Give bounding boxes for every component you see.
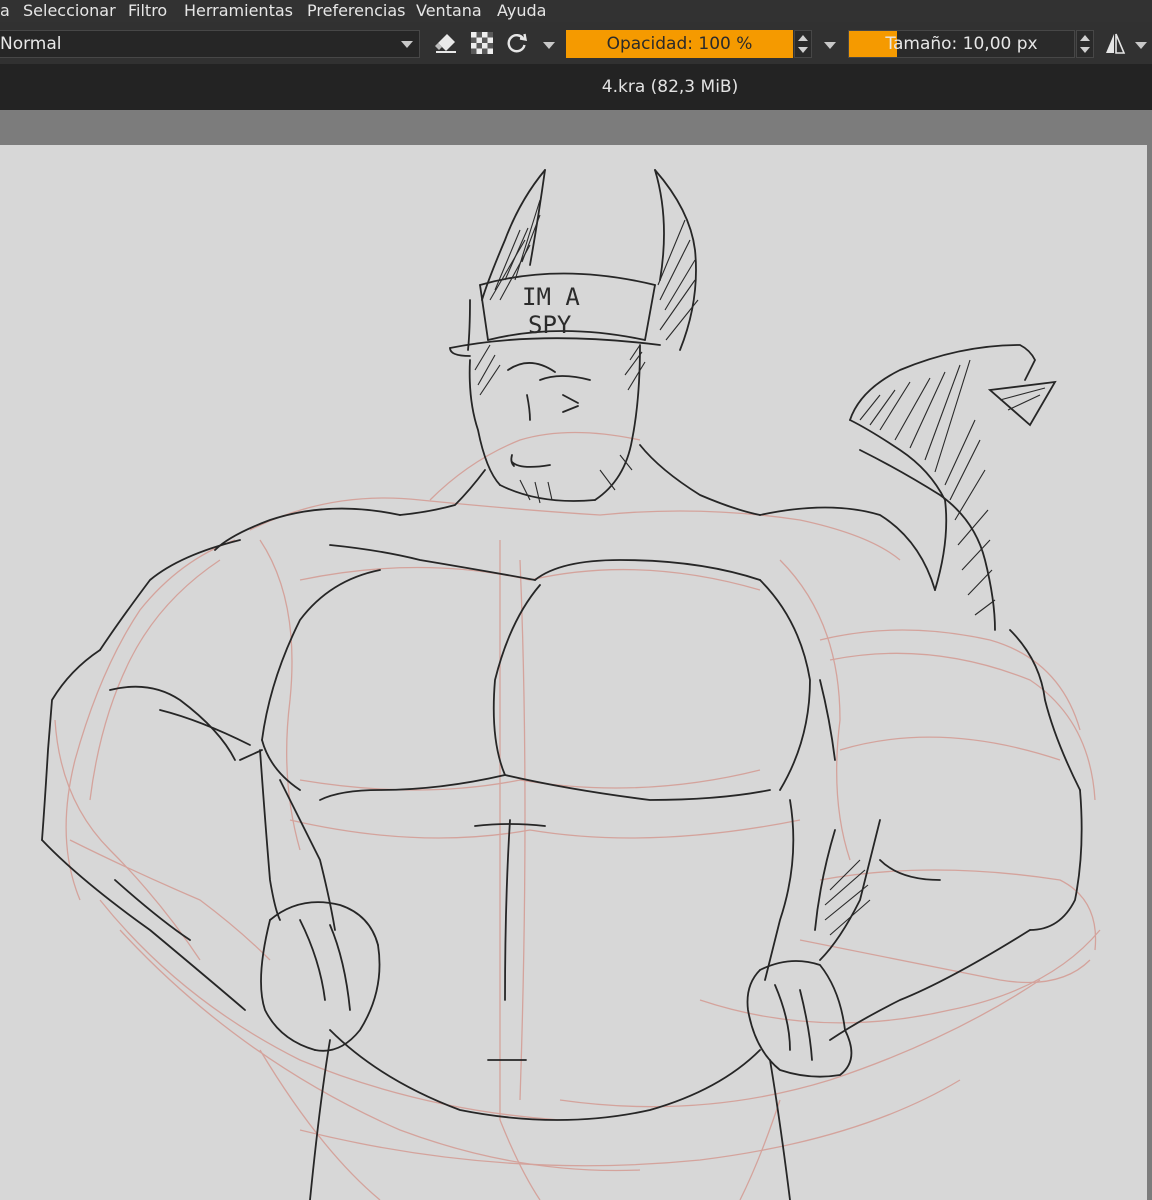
menu-item-preferences[interactable]: Preferencias — [307, 0, 406, 22]
menu-item-select[interactable]: Seleccionar — [23, 0, 116, 22]
menu-bar: a Seleccionar Filtro Herramientas Prefer… — [0, 0, 1152, 22]
mirror-icon[interactable] — [1103, 32, 1127, 56]
menu-item-filter[interactable]: Filtro — [128, 0, 167, 22]
brush-toolbar: Normal Opacidad: 100 % Tamaño: 10,00 px — [0, 22, 1152, 64]
chevron-down-icon[interactable] — [543, 42, 555, 49]
cap-text-line1: IM A — [522, 283, 580, 311]
size-label: Tamaño: 10,00 px — [885, 34, 1038, 54]
transparency-icon[interactable] — [471, 32, 493, 54]
document-title: 4.kra (82,3 MiB) — [601, 77, 739, 97]
size-slider[interactable]: Tamaño: 10,00 px — [848, 30, 1075, 58]
opacity-label: Opacidad: 100 % — [606, 34, 753, 54]
eraser-icon[interactable] — [434, 31, 458, 55]
drawing-canvas[interactable]: IM A SPY — [0, 145, 1152, 1200]
chevron-down-icon[interactable] — [1135, 42, 1147, 49]
reload-icon[interactable] — [506, 32, 528, 54]
blend-mode-select[interactable]: Normal — [0, 30, 420, 58]
menu-item-tools[interactable]: Herramientas — [184, 0, 293, 22]
canvas-vertical-scrollbar[interactable] — [1147, 145, 1152, 1200]
opacity-slider[interactable]: Opacidad: 100 % — [566, 30, 793, 58]
menu-item-window[interactable]: Ventana — [416, 0, 482, 22]
chevron-down-icon[interactable] — [824, 42, 836, 49]
canvas-border — [0, 110, 1152, 145]
menu-item-help[interactable]: Ayuda — [497, 0, 546, 22]
opacity-spinner[interactable] — [794, 30, 812, 58]
size-spinner[interactable] — [1076, 30, 1094, 58]
blend-mode-value: Normal — [0, 34, 62, 54]
document-titlebar: 4.kra (82,3 MiB) — [0, 64, 1152, 110]
cap-text-line2: SPY — [528, 311, 572, 339]
sketch-drawing: IM A SPY — [41, 169, 1101, 1200]
chevron-down-icon — [401, 41, 413, 48]
menu-item-file[interactable]: a — [0, 0, 10, 22]
